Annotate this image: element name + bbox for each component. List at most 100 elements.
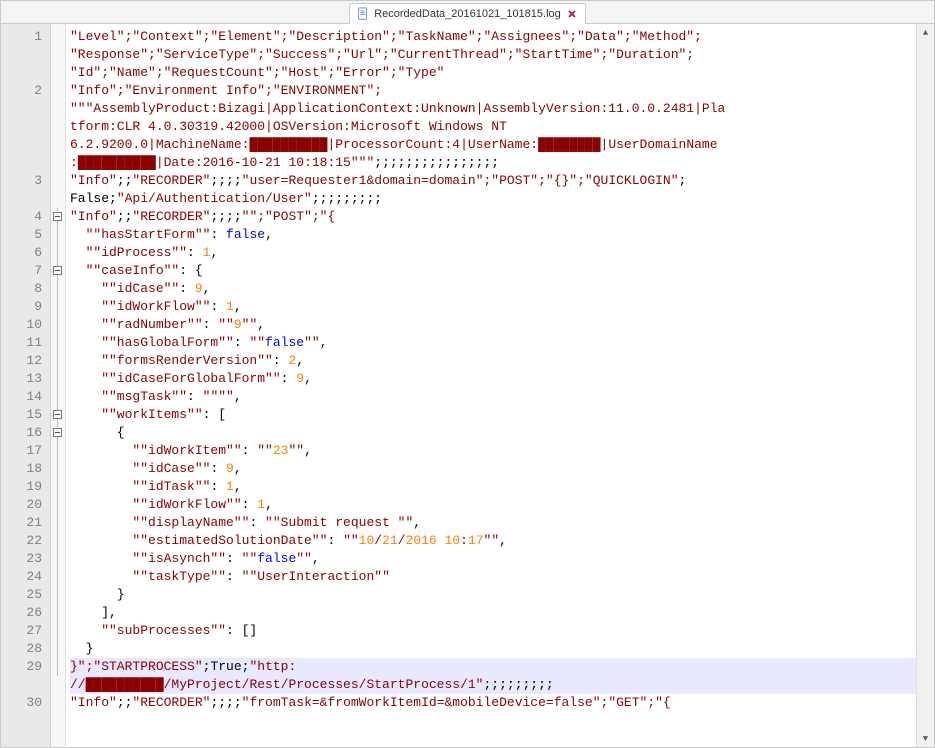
code-line[interactable]: ""taskType"": ""UserInteraction"" — [70, 568, 934, 586]
line-number — [1, 676, 50, 694]
code-line[interactable]: "Info";;"RECORDER";;;;"";"POST";"{ — [70, 208, 934, 226]
code-line[interactable]: ""idCaseForGlobalForm"": 9, — [70, 370, 934, 388]
line-number: 23 — [1, 550, 50, 568]
code-line[interactable]: ""subProcesses"": [] — [70, 622, 934, 640]
code-line[interactable]: ""caseInfo"": { — [70, 262, 934, 280]
code-line[interactable]: "Info";;"RECORDER";;;;"fromTask=&fromWor… — [70, 694, 934, 712]
line-number: 29 — [1, 658, 50, 676]
line-number: 10 — [1, 316, 50, 334]
code-line[interactable]: { — [70, 424, 934, 442]
fold-guide — [51, 658, 65, 676]
code-line[interactable]: ""estimatedSolutionDate"": ""10/21/2016 … — [70, 532, 934, 550]
code-line[interactable]: ""idProcess"": 1, — [70, 244, 934, 262]
code-line[interactable]: """AssemblyProduct:Bizagi|ApplicationCon… — [70, 100, 934, 118]
scroll-up-button[interactable]: ▲ — [917, 24, 934, 41]
line-number: 8 — [1, 280, 50, 298]
code-line[interactable]: ""msgTask"": """", — [70, 388, 934, 406]
line-number: 4 — [1, 208, 50, 226]
code-line[interactable]: 6.2.9200.0|MachineName:██████████|Proces… — [70, 136, 934, 154]
line-number: 13 — [1, 370, 50, 388]
close-icon[interactable] — [565, 7, 579, 21]
fold-guide — [51, 244, 65, 262]
fold-toggle-icon[interactable] — [53, 212, 62, 221]
code-line[interactable]: "Response";"ServiceType";"Success";"Url"… — [70, 46, 934, 64]
code-area[interactable]: "Level";"Context";"Element";"Description… — [66, 24, 934, 747]
code-line[interactable]: ""radNumber"": ""9"", — [70, 316, 934, 334]
line-number: 24 — [1, 568, 50, 586]
code-line[interactable]: ""idTask"": 1, — [70, 478, 934, 496]
line-number: 2 — [1, 82, 50, 100]
line-number-gutter: 1234567891011121314151617181920212223242… — [1, 24, 51, 747]
line-number — [1, 46, 50, 64]
line-number: 5 — [1, 226, 50, 244]
fold-guide — [51, 442, 65, 460]
code-line[interactable]: "Info";;"RECORDER";;;;"user=Requester1&d… — [70, 172, 934, 190]
line-number: 27 — [1, 622, 50, 640]
code-line[interactable]: False;"Api/Authentication/User";;;;;;;;; — [70, 190, 934, 208]
line-number: 3 — [1, 172, 50, 190]
fold-guide — [51, 388, 65, 406]
code-line[interactable]: ""workItems"": [ — [70, 406, 934, 424]
line-number: 7 — [1, 262, 50, 280]
fold-guide — [51, 298, 65, 316]
code-line[interactable]: } — [70, 586, 934, 604]
line-number: 6 — [1, 244, 50, 262]
tab-bar: RecordedData_20161021_101815.log — [1, 1, 934, 24]
line-number: 16 — [1, 424, 50, 442]
line-number — [1, 190, 50, 208]
fold-guide — [51, 532, 65, 550]
fold-guide — [51, 514, 65, 532]
code-line[interactable]: ""displayName"": ""Submit request "", — [70, 514, 934, 532]
fold-guide — [51, 640, 65, 658]
code-line[interactable]: ""idWorkFlow"": 1, — [70, 298, 934, 316]
fold-guide — [51, 586, 65, 604]
code-line[interactable]: } — [70, 640, 934, 658]
code-line[interactable]: ""hasStartForm"": false, — [70, 226, 934, 244]
fold-guide — [51, 460, 65, 478]
line-number: 12 — [1, 352, 50, 370]
scroll-down-button[interactable]: ▼ — [917, 730, 934, 747]
line-number: 26 — [1, 604, 50, 622]
file-icon — [356, 7, 370, 21]
code-line[interactable]: ""idCase"": 9, — [70, 280, 934, 298]
file-tab[interactable]: RecordedData_20161021_101815.log — [349, 3, 586, 24]
line-number: 30 — [1, 694, 50, 712]
line-number — [1, 100, 50, 118]
line-number: 20 — [1, 496, 50, 514]
fold-guide — [51, 604, 65, 622]
code-line[interactable]: ""idWorkFlow"": 1, — [70, 496, 934, 514]
code-line[interactable]: :██████████|Date:2016-10-21 10:18:15""";… — [70, 154, 934, 172]
code-line[interactable]: ""hasGlobalForm"": ""false"", — [70, 334, 934, 352]
fold-guide — [51, 496, 65, 514]
fold-guide — [51, 622, 65, 640]
vertical-scrollbar[interactable]: ▲ ▼ — [916, 24, 934, 747]
fold-guide — [51, 226, 65, 244]
fold-toggle-icon[interactable] — [53, 428, 62, 437]
line-number: 17 — [1, 442, 50, 460]
line-number — [1, 118, 50, 136]
line-number — [1, 136, 50, 154]
line-number: 19 — [1, 478, 50, 496]
code-line[interactable]: ""idWorkItem"": ""23"", — [70, 442, 934, 460]
line-number: 22 — [1, 532, 50, 550]
line-number: 25 — [1, 586, 50, 604]
code-line[interactable]: "Id";"Name";"RequestCount";"Host";"Error… — [70, 64, 934, 82]
fold-guide — [51, 550, 65, 568]
code-line[interactable]: ""formsRenderVersion"": 2, — [70, 352, 934, 370]
fold-toggle-icon[interactable] — [53, 266, 62, 275]
code-line[interactable]: "Level";"Context";"Element";"Description… — [70, 28, 934, 46]
code-line[interactable]: ], — [70, 604, 934, 622]
fold-guide — [51, 352, 65, 370]
code-line[interactable]: //██████████/MyProject/Rest/Processes/St… — [70, 676, 934, 694]
fold-toggle-icon[interactable] — [53, 410, 62, 419]
code-line[interactable]: }";"STARTPROCESS";True;"http: — [70, 658, 934, 676]
line-number — [1, 154, 50, 172]
line-number: 28 — [1, 640, 50, 658]
code-line[interactable]: ""idCase"": 9, — [70, 460, 934, 478]
code-line[interactable]: "Info";"Environment Info";"ENVIRONMENT"; — [70, 82, 934, 100]
code-line[interactable]: tform:CLR 4.0.30319.42000|OSVersion:Micr… — [70, 118, 934, 136]
fold-guide — [51, 334, 65, 352]
code-line[interactable]: ""isAsynch"": ""false"", — [70, 550, 934, 568]
line-number — [1, 64, 50, 82]
line-number: 1 — [1, 28, 50, 46]
